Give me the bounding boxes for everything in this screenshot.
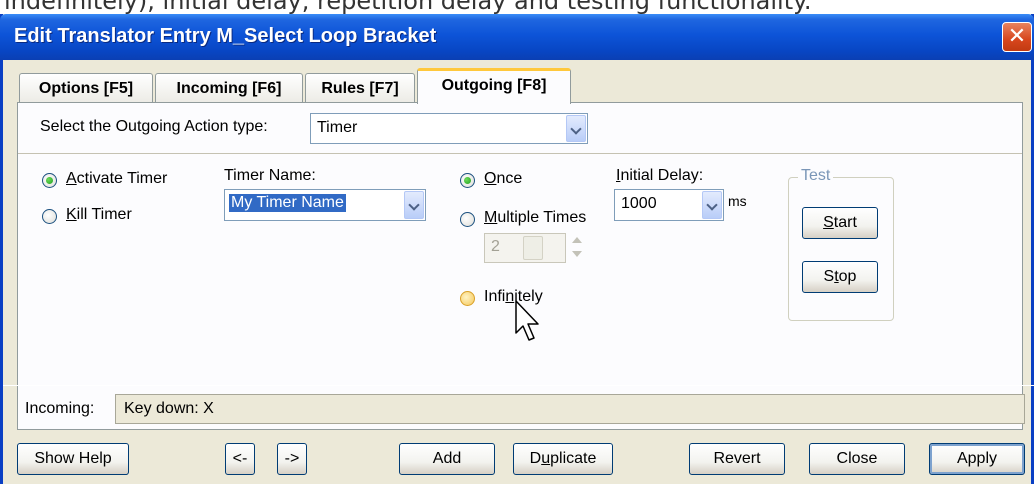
action-type-label: Select the Outgoing Action type: (40, 118, 268, 135)
tab-options[interactable]: Options [F5] (19, 73, 153, 103)
kill-timer-radio[interactable] (42, 209, 57, 224)
divider (3, 385, 1034, 386)
duplicate-button[interactable]: Duplicate (513, 443, 613, 475)
test-groupbox (788, 177, 894, 321)
multiple-count-spinner: 2 (484, 233, 566, 263)
timer-name-combo[interactable]: My Timer Name (224, 189, 426, 221)
tab-incoming[interactable]: Incoming [F6] (155, 73, 303, 103)
chevron-down-icon (523, 236, 543, 260)
tab-outgoing[interactable]: Outgoing [F8] (417, 68, 571, 104)
test-group-label: Test (798, 167, 834, 185)
previous-button[interactable]: <- (225, 443, 255, 475)
action-type-select[interactable]: Timer (310, 113, 588, 144)
mouse-cursor-icon (515, 300, 539, 341)
apply-button[interactable]: Apply (929, 443, 1025, 475)
multiple-count-value: 2 (491, 238, 500, 255)
chevron-down-icon[interactable] (702, 191, 722, 219)
translator-dialog: Edit Translator Entry M_Select Loop Brac… (0, 14, 1034, 484)
activate-timer-radio[interactable] (42, 173, 57, 188)
incoming-value-field: Key down: X (115, 394, 1025, 424)
once-radio[interactable] (460, 173, 475, 188)
initial-delay-value: 1000 (621, 195, 657, 212)
incoming-value: Key down: X (124, 400, 214, 417)
stop-button[interactable]: Stop (802, 261, 878, 293)
close-button[interactable]: Close (809, 443, 905, 475)
activate-timer-label[interactable]: Activate Timer (66, 170, 167, 188)
add-button[interactable]: Add (399, 443, 495, 475)
revert-button[interactable]: Revert (689, 443, 785, 475)
chevron-down-icon[interactable] (566, 115, 586, 142)
divider (18, 153, 1022, 154)
spinner-arrows-icon (570, 233, 584, 263)
chevron-down-icon[interactable] (404, 191, 424, 219)
delay-unit-label: ms (728, 193, 747, 209)
start-button[interactable]: Start (802, 207, 878, 239)
infinitely-radio[interactable] (460, 291, 475, 306)
incoming-label: Incoming: (25, 400, 95, 417)
outgoing-panel: Select the Outgoing Action type: Timer A… (17, 102, 1023, 430)
close-icon[interactable]: ✕ (1002, 22, 1032, 52)
tab-rules[interactable]: Rules [F7] (305, 73, 415, 103)
initial-delay-combo[interactable]: 1000 (614, 189, 724, 221)
timer-name-value[interactable]: My Timer Name (229, 194, 346, 212)
action-type-value: Timer (317, 119, 358, 136)
window-title: Edit Translator Entry M_Select Loop Brac… (14, 25, 437, 47)
multiple-times-label[interactable]: Multiple Times (484, 209, 586, 227)
multiple-times-radio[interactable] (460, 212, 475, 227)
title-bar[interactable]: Edit Translator Entry M_Select Loop Brac… (0, 14, 1034, 60)
next-button[interactable]: -> (277, 443, 307, 475)
initial-delay-label: Initial Delay: (616, 167, 704, 184)
caption-text: indefinitely), initial delay, repetition… (4, 0, 812, 14)
show-help-button[interactable]: Show Help (17, 443, 129, 475)
timer-name-label: Timer Name: (224, 167, 316, 184)
kill-timer-label[interactable]: Kill Timer (66, 206, 132, 224)
once-label[interactable]: Once (484, 170, 522, 188)
